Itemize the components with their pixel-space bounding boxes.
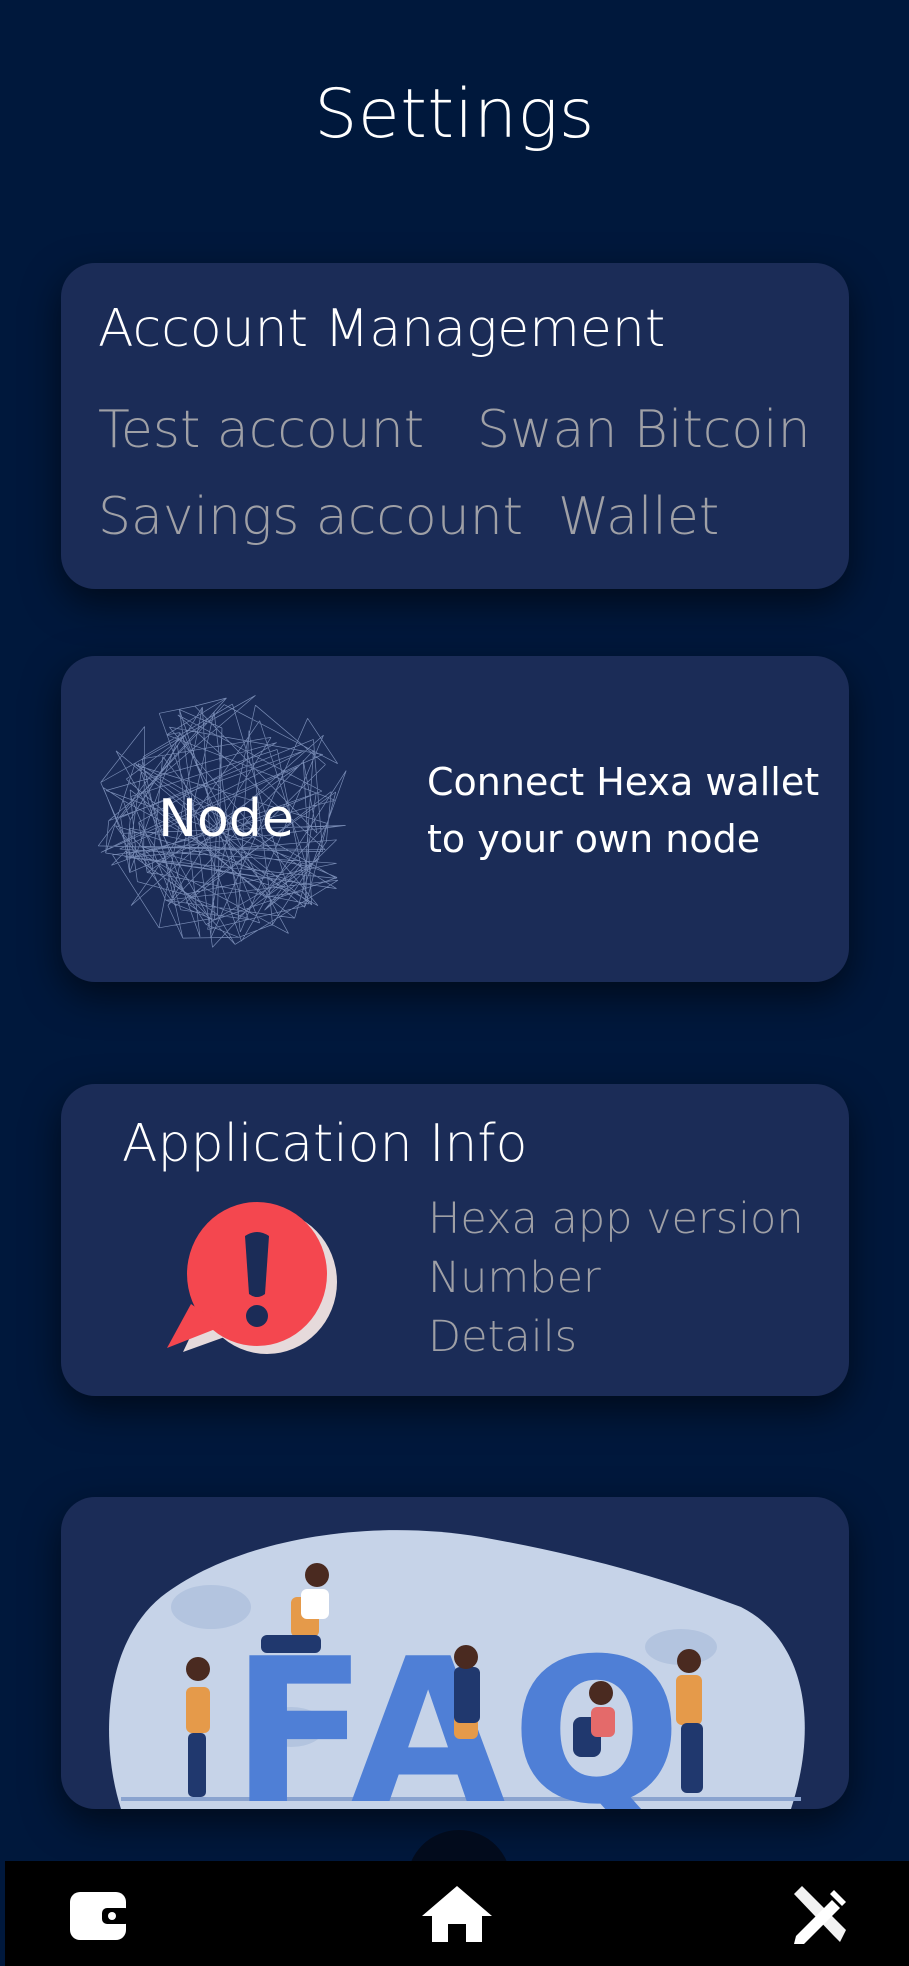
- account-test-account[interactable]: Test account: [98, 400, 424, 460]
- node-description: Connect Hexa wallet to your own node: [427, 760, 820, 861]
- bottom-nav-bar: [5, 1861, 909, 1966]
- tools-icon: [794, 1885, 846, 1944]
- page-title: Settings: [314, 75, 595, 154]
- home-icon: [422, 1885, 492, 1942]
- wallet-icon: [70, 1891, 130, 1940]
- account-management-heading: Account Management: [98, 299, 666, 359]
- node-card[interactable]: Node Connect Hexa wallet to your own nod…: [61, 656, 849, 982]
- faq-illustration: FAQ: [109, 1530, 805, 1809]
- app-version-label: Hexa app version: [428, 1194, 804, 1244]
- application-info-heading: Application Info: [122, 1114, 528, 1174]
- alert-speech-bubble-icon: [167, 1202, 337, 1354]
- nav-wallet-button[interactable]: [55, 1861, 145, 1966]
- app-details-label: Details: [428, 1312, 578, 1362]
- account-swan-bitcoin[interactable]: Swan Bitcoin: [477, 400, 811, 460]
- account-savings-account[interactable]: Savings account: [98, 487, 523, 547]
- app-number-label: Number: [428, 1253, 601, 1303]
- account-wallet[interactable]: Wallet: [558, 487, 719, 547]
- application-info-card[interactable]: Application Info Hexa app version Number…: [61, 1084, 849, 1396]
- nav-tools-button[interactable]: [775, 1861, 865, 1966]
- nav-home-button[interactable]: [410, 1861, 504, 1966]
- node-label: Node: [158, 789, 294, 849]
- account-management-card[interactable]: Account Management Test account Swan Bit…: [61, 263, 849, 589]
- faq-card[interactable]: FAQ: [61, 1497, 849, 1809]
